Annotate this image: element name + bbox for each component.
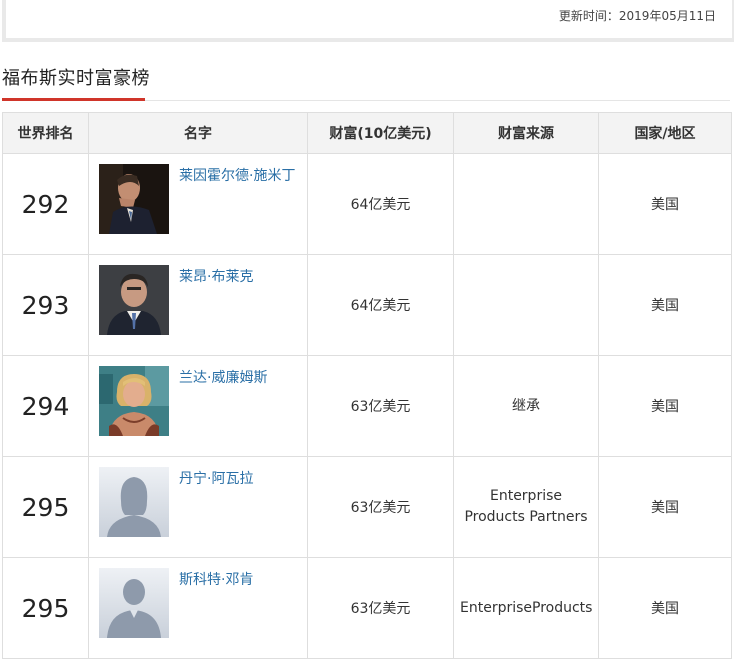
header-rank: 世界排名 xyxy=(2,112,89,154)
update-time-text: 更新时间：2019年05月11日 xyxy=(558,9,716,23)
header-source: 财富来源 xyxy=(453,112,599,154)
title-accent-underline xyxy=(2,98,145,101)
rank-cell: 295 xyxy=(2,456,89,558)
photo-woman-blonde-icon[interactable] xyxy=(99,366,169,436)
table-row: 293 莱昂·布莱克 64亿美元 美国 xyxy=(2,254,732,356)
source-cell: 继承 xyxy=(453,355,599,457)
table-row: 294 兰达·威廉姆斯 63亿美元 继承 美国 xyxy=(2,355,732,457)
update-time-box: 更新时间：2019年05月11日 xyxy=(2,0,734,42)
country-cell: 美国 xyxy=(598,355,732,457)
wealth-cell: 63亿美元 xyxy=(307,456,454,558)
wealth-cell: 63亿美元 xyxy=(307,557,454,659)
placeholder-female-avatar-icon[interactable] xyxy=(99,467,169,537)
name-cell: 莱因霍尔德·施米丁 xyxy=(88,153,308,255)
table-row: 295 xyxy=(2,456,732,558)
header-country: 国家/地区 xyxy=(598,112,732,154)
country-cell: 美国 xyxy=(598,153,732,255)
photo-man-suit-icon[interactable] xyxy=(99,265,169,335)
photo-profile-man-icon[interactable] xyxy=(99,164,169,234)
name-cell: 兰达·威廉姆斯 xyxy=(88,355,308,457)
rank-cell: 293 xyxy=(2,254,89,356)
rich-list-table: 世界排名 名字 财富(10亿美元) 财富来源 国家/地区 292 莱因霍尔德·施… xyxy=(2,112,732,659)
wealth-cell: 64亿美元 xyxy=(307,153,454,255)
header-name: 名字 xyxy=(88,112,308,154)
table-row: 292 莱因霍尔德·施米丁 64亿美元 美国 xyxy=(2,153,732,255)
name-cell: 莱昂·布莱克 xyxy=(88,254,308,356)
person-name-link[interactable]: 莱因霍尔德·施米丁 xyxy=(179,165,295,185)
rank-cell: 292 xyxy=(2,153,89,255)
header-wealth: 财富(10亿美元) xyxy=(307,112,454,154)
source-cell: Enterprise Products Partners xyxy=(453,456,599,558)
person-name-link[interactable]: 兰达·威廉姆斯 xyxy=(179,367,267,387)
rank-cell: 295 xyxy=(2,557,89,659)
source-text: 继承 xyxy=(512,397,540,414)
table-header-row: 世界排名 名字 财富(10亿美元) 财富来源 国家/地区 xyxy=(2,112,732,154)
wealth-cell: 63亿美元 xyxy=(307,355,454,457)
country-cell: 美国 xyxy=(598,254,732,356)
person-name-link[interactable]: 丹宁·阿瓦拉 xyxy=(179,468,253,488)
source-cell: EnterpriseProducts xyxy=(453,557,599,659)
person-name-link[interactable]: 斯科特·邓肯 xyxy=(179,569,253,589)
wealth-cell: 64亿美元 xyxy=(307,254,454,356)
placeholder-male-avatar-icon[interactable] xyxy=(99,568,169,638)
name-cell: 丹宁·阿瓦拉 xyxy=(88,456,308,558)
name-cell: 斯科特·邓肯 xyxy=(88,557,308,659)
source-cell xyxy=(453,153,599,255)
source-text: Enterprise Products Partners xyxy=(464,488,588,525)
source-text: EnterpriseProducts xyxy=(460,599,593,616)
country-cell: 美国 xyxy=(598,557,732,659)
source-cell xyxy=(453,254,599,356)
country-cell: 美国 xyxy=(598,456,732,558)
section-title: 福布斯实时富豪榜 xyxy=(2,68,150,89)
person-name-link[interactable]: 莱昂·布莱克 xyxy=(179,266,253,286)
rank-cell: 294 xyxy=(2,355,89,457)
table-row: 295 xyxy=(2,557,732,659)
